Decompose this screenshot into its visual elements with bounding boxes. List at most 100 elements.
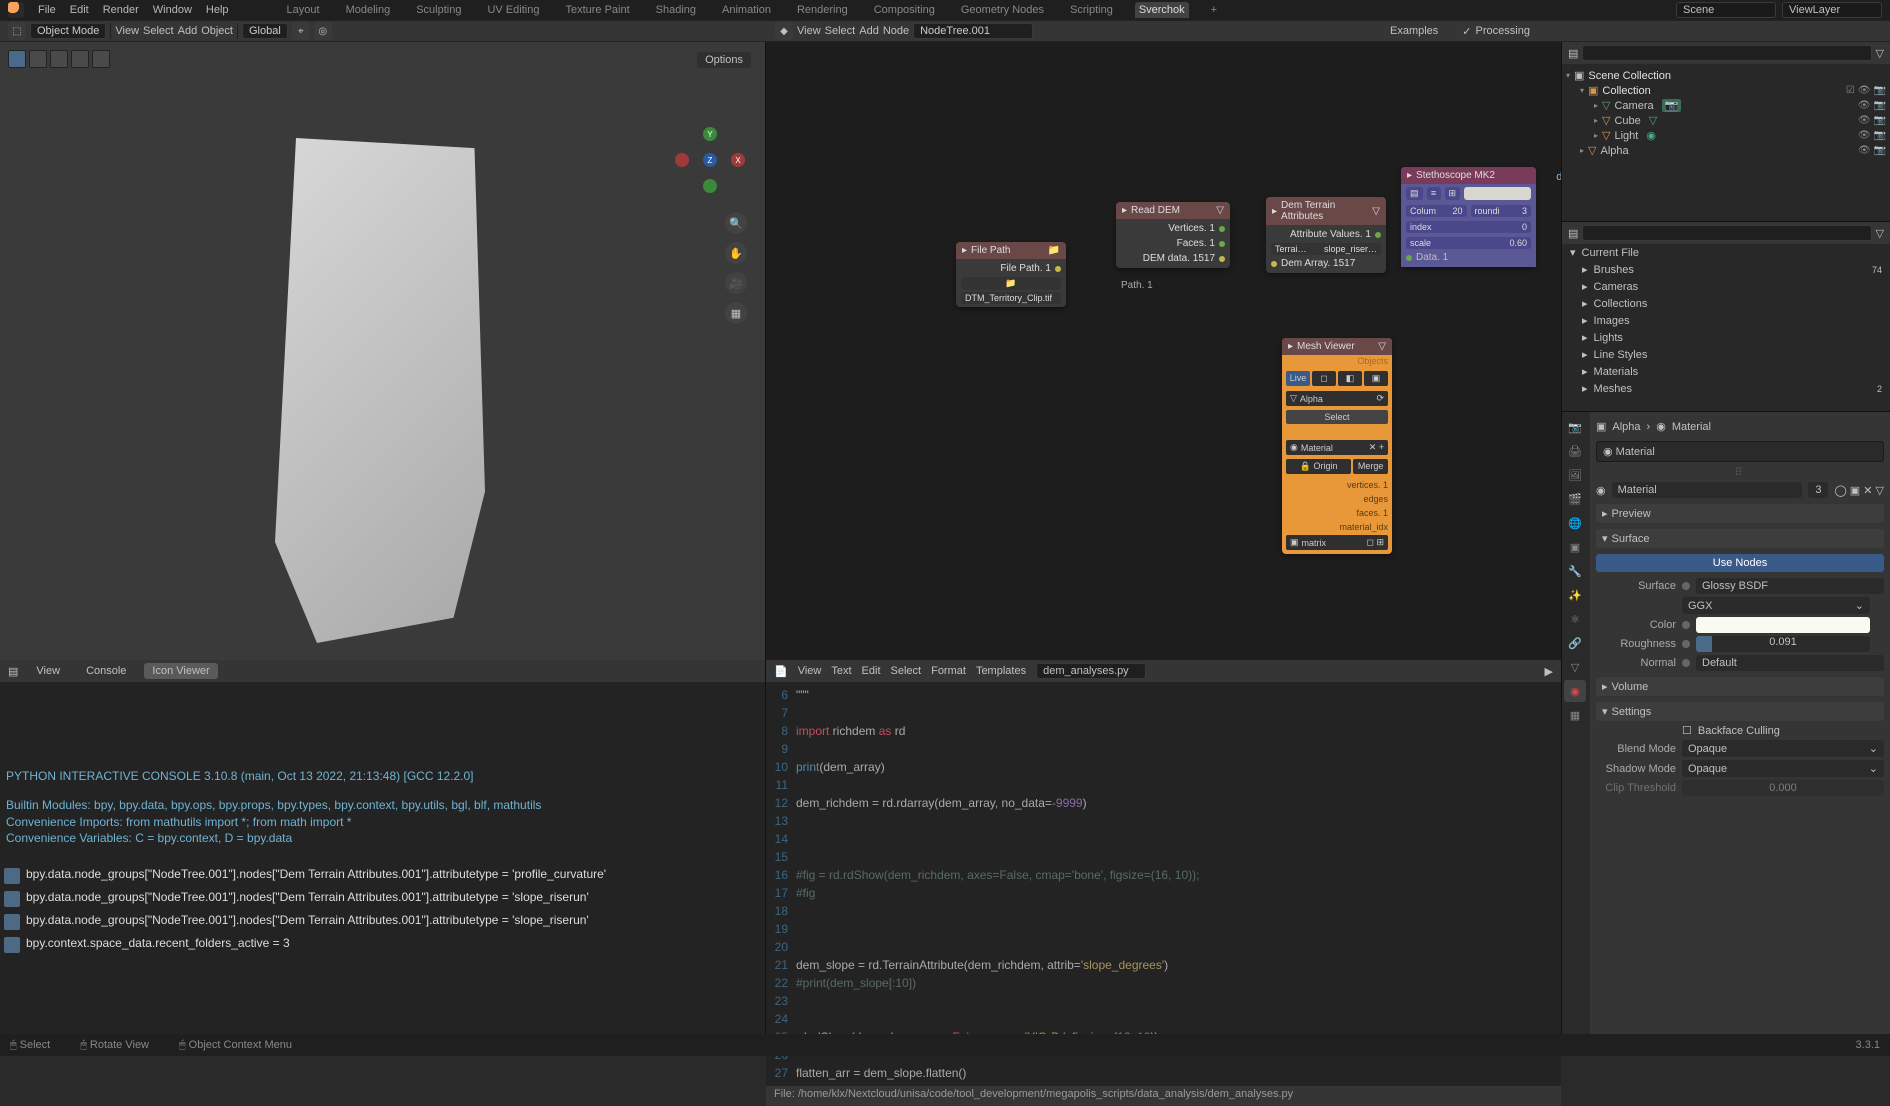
outliner-filter-icon[interactable]: ▽ xyxy=(1876,47,1884,60)
menu-edit[interactable]: Edit xyxy=(70,4,89,16)
workspace-tab-uv-editing[interactable]: UV Editing xyxy=(483,2,543,18)
blendfile-filter-icon[interactable]: ▽ xyxy=(1876,227,1884,240)
node-editor[interactable]: ▸File Path📁 File Path. 1 📁 DTM_Territory… xyxy=(766,42,1561,660)
node-mesh-viewer[interactable]: ▸Mesh Viewer▽ Objects Live◻◧▣ ▽Alpha⟳ Se… xyxy=(1282,338,1392,554)
prop-tab-texture[interactable]: ▦ xyxy=(1564,704,1586,726)
socket-mesh-matrix[interactable]: matrix xyxy=(1299,538,1367,548)
prop-tab-particle[interactable]: ✨ xyxy=(1564,584,1586,606)
material-slot[interactable]: ◉ Material xyxy=(1596,441,1884,462)
outliner-cube[interactable]: Cube xyxy=(1614,115,1640,127)
th-templates[interactable]: Templates xyxy=(976,665,1026,677)
nh-select[interactable]: Select xyxy=(825,25,856,37)
transform-orientation[interactable]: Global xyxy=(242,23,288,39)
use-nodes-button[interactable]: Use Nodes xyxy=(1596,554,1884,572)
assets-current-file[interactable]: Current File xyxy=(1582,247,1639,259)
prop-tab-world[interactable]: 🌐 xyxy=(1564,512,1586,534)
nh-add[interactable]: Add xyxy=(859,25,879,37)
console-editor-icon[interactable]: ▤ xyxy=(8,665,18,678)
steth-index-val[interactable]: 0 xyxy=(1522,222,1527,232)
workspace-tabs[interactable]: LayoutModelingSculptingUV EditingTexture… xyxy=(283,2,1222,18)
node-file-path[interactable]: ▸File Path📁 File Path. 1 📁 DTM_Territory… xyxy=(956,242,1066,307)
text-editor-icon[interactable]: 📄 xyxy=(774,665,788,678)
console-prompt[interactable]: >>> xyxy=(6,859,759,860)
menu-file[interactable]: File xyxy=(38,4,56,16)
toolshelf-3[interactable] xyxy=(50,50,68,68)
examples-menu[interactable]: Examples xyxy=(1390,25,1438,37)
breadcrumb-object[interactable]: Alpha xyxy=(1612,421,1640,433)
th-select[interactable]: Select xyxy=(891,665,922,677)
nodetree-name[interactable]: NodeTree.001 xyxy=(913,23,1033,39)
gizmo-xneg-icon[interactable] xyxy=(675,153,689,167)
viewport-options[interactable]: Options xyxy=(697,52,751,68)
prop-tab-render[interactable]: 📷 xyxy=(1564,416,1586,438)
zoom-icon[interactable]: 🔍 xyxy=(725,212,747,234)
steth-col-val[interactable]: 20 xyxy=(1452,206,1462,216)
script-filename[interactable]: dem_analyses.py xyxy=(1036,663,1146,679)
workspace-tab-texture-paint[interactable]: Texture Paint xyxy=(561,2,633,18)
socket-mesh-verts[interactable]: vertices. 1 xyxy=(1286,479,1388,491)
blend-mode-dropdown[interactable]: Opaque xyxy=(1688,743,1727,755)
workspace-tab-sverchok[interactable]: Sverchok xyxy=(1135,2,1189,18)
3d-viewport[interactable]: Options Y Z X 🔍 ✋ 🎥 ▦ xyxy=(0,42,765,660)
prop-tab-data[interactable]: ▽ xyxy=(1564,656,1586,678)
viewlayer-field[interactable]: ViewLayer xyxy=(1782,2,1882,18)
breadcrumb-material[interactable]: Material xyxy=(1672,421,1711,433)
outliner-camera[interactable]: Camera xyxy=(1614,100,1653,112)
assets-lights[interactable]: Lights xyxy=(1594,332,1623,344)
add-workspace-icon[interactable]: + xyxy=(1207,2,1221,18)
console-view[interactable]: View xyxy=(28,663,68,679)
prop-tab-physics[interactable]: ⚛ xyxy=(1564,608,1586,630)
steth-round-val[interactable]: 3 xyxy=(1522,206,1527,216)
toolshelf-cursor[interactable] xyxy=(8,50,26,68)
distribution-dropdown[interactable]: GGX xyxy=(1688,600,1712,612)
outliner-icon[interactable]: ▤ xyxy=(1568,47,1578,60)
workspace-tab-scripting[interactable]: Scripting xyxy=(1066,2,1117,18)
blendfile-icon[interactable]: ▤ xyxy=(1568,227,1578,240)
vh-object[interactable]: Object xyxy=(201,25,233,37)
mesh-alpha-field[interactable]: Alpha xyxy=(1300,394,1323,404)
normal-dropdown[interactable]: Default xyxy=(1702,657,1737,669)
workspace-tab-shading[interactable]: Shading xyxy=(652,2,700,18)
toolshelf-5[interactable] xyxy=(92,50,110,68)
outliner-scene-collection[interactable]: Scene Collection xyxy=(1588,70,1671,82)
node-dem-terrain[interactable]: ▸Dem Terrain Attributes▽ Attribute Value… xyxy=(1266,197,1386,273)
vh-select[interactable]: Select xyxy=(143,25,174,37)
socket-mesh-edges[interactable]: edges xyxy=(1286,493,1388,505)
prop-tab-view[interactable]: 🖼 xyxy=(1564,464,1586,486)
th-edit[interactable]: Edit xyxy=(862,665,881,677)
toolshelf-2[interactable] xyxy=(29,50,47,68)
th-format[interactable]: Format xyxy=(931,665,966,677)
persp-ortho-icon[interactable]: ▦ xyxy=(725,302,747,324)
node-stethoscope[interactable]: ▸Stethoscope MK2 ▤ ≡ ⊞ Colum20 roundi3 i… xyxy=(1401,167,1536,267)
socket-mesh-faces[interactable]: faces. 1 xyxy=(1286,507,1388,519)
run-script-icon[interactable]: ▶ xyxy=(1545,665,1553,678)
text-editor-body[interactable]: 6"""78import richdem as rd910print(dem_a… xyxy=(766,682,1561,1086)
camera-view-icon[interactable]: 🎥 xyxy=(725,272,747,294)
socket-steth-data[interactable]: Data. 1 xyxy=(1416,252,1448,263)
gizmo-x-icon[interactable]: X xyxy=(731,153,745,167)
assets-images[interactable]: Images xyxy=(1594,315,1630,327)
outliner-collection[interactable]: Collection xyxy=(1602,85,1650,97)
gizmo-y-icon[interactable]: Y xyxy=(703,127,717,141)
workspace-tab-modeling[interactable]: Modeling xyxy=(342,2,395,18)
workspace-tab-geometry-nodes[interactable]: Geometry Nodes xyxy=(957,2,1048,18)
socket-dem-array[interactable]: Dem Array. 1517 xyxy=(1281,258,1355,269)
prop-tab-output[interactable]: 🖨 xyxy=(1564,440,1586,462)
proportional-icon[interactable]: ◎ xyxy=(314,22,332,40)
toolshelf-4[interactable] xyxy=(71,50,89,68)
workspace-tab-rendering[interactable]: Rendering xyxy=(793,2,852,18)
mesh-merge-btn[interactable]: Merge xyxy=(1358,461,1384,471)
workspace-tab-layout[interactable]: Layout xyxy=(283,2,324,18)
material-users[interactable]: 3 xyxy=(1808,482,1828,498)
surface-shader-dropdown[interactable]: Glossy BSDF xyxy=(1702,580,1768,592)
mesh-live-btn[interactable]: Live xyxy=(1286,371,1310,386)
mesh-objects-out[interactable]: Objects xyxy=(1282,355,1392,367)
editor-type-icon[interactable]: ⬚ xyxy=(8,22,26,40)
panel-preview[interactable]: Preview xyxy=(1612,508,1651,520)
filepath-browse[interactable]: 📁 xyxy=(961,277,1061,290)
panel-settings[interactable]: Settings xyxy=(1612,706,1652,718)
socket-attr-vals[interactable]: Attribute Values. 1 xyxy=(1290,229,1371,240)
shadow-mode-dropdown[interactable]: Opaque xyxy=(1688,763,1727,775)
th-view[interactable]: View xyxy=(798,665,822,677)
assets-linestyles[interactable]: Line Styles xyxy=(1594,349,1648,361)
